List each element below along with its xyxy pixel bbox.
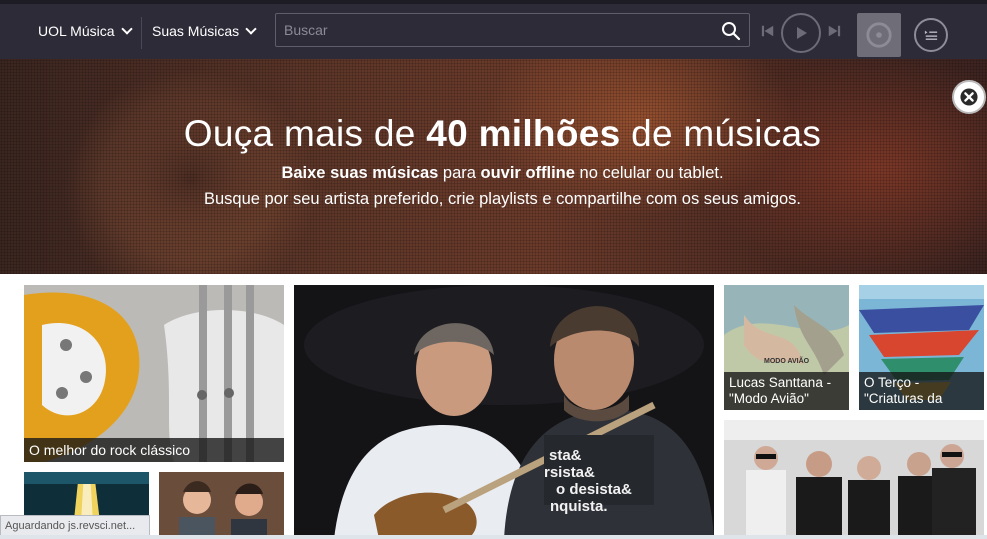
album-card-lucas-santtana[interactable]: MODO AVIÃO Lucas Santtana - "Modo Avião": [724, 285, 849, 410]
chevron-down-icon: [245, 23, 257, 35]
suas-musicas-menu[interactable]: Suas Músicas: [152, 15, 257, 47]
banner-subtitle-line2: Busque por seu artista preferido, crie p…: [203, 190, 802, 208]
concert-photo: sta& rsista& o desista& nquista.: [294, 285, 714, 539]
now-playing-cover[interactable]: [857, 13, 901, 57]
queue-button[interactable]: [914, 18, 948, 52]
album-card-caption: O Terço - "Criaturas da: [859, 372, 984, 410]
album-card-caption: Lucas Santtana - "Modo Avião": [724, 372, 849, 410]
nav-divider: [141, 17, 142, 49]
skip-forward-button[interactable]: [826, 23, 842, 39]
banner-title: Ouça mais de 40 milhões de músicas: [183, 113, 822, 154]
featured-concert-card[interactable]: sta& rsista& o desista& nquista.: [294, 285, 714, 539]
chevron-down-icon: [120, 23, 133, 35]
uol-musica-menu[interactable]: UOL Música: [38, 15, 133, 47]
artist-card-band[interactable]: [724, 420, 984, 539]
promo-banner: Ouça mais de 40 milhões de músicas Baixe…: [0, 59, 987, 274]
svg-text:o desista&: o desista&: [556, 481, 632, 498]
search-icon[interactable]: [721, 21, 741, 41]
playlist-card-title: O melhor do rock clássico: [24, 438, 284, 462]
disc-icon: [866, 22, 892, 48]
guitar-image: [24, 285, 284, 462]
play-button[interactable]: [781, 13, 821, 53]
shirt-print: sta&: [549, 447, 582, 464]
close-icon: [960, 88, 978, 106]
album-card-o-terco[interactable]: O Terço - "Criaturas da: [859, 285, 984, 410]
skip-back-icon: [761, 25, 774, 37]
queue-icon: [924, 30, 938, 40]
svg-text:rsista&: rsista&: [544, 464, 595, 481]
band-photo: [724, 420, 984, 539]
album-card-duo[interactable]: [159, 472, 284, 539]
skip-forward-icon: [828, 25, 841, 37]
uol-musica-menu-label: UOL Música: [38, 23, 115, 39]
album-cover-title: MODO AVIÃO: [764, 356, 810, 365]
play-icon: [797, 27, 807, 39]
search-box: [275, 13, 750, 47]
svg-text:nquista.: nquista.: [550, 498, 608, 515]
suas-musicas-menu-label: Suas Músicas: [152, 23, 240, 39]
search-input[interactable]: [284, 14, 714, 46]
skip-back-button[interactable]: [760, 23, 776, 39]
close-banner-button[interactable]: [952, 80, 986, 114]
browser-status-bar: Aguardando js.revsci.net...: [0, 515, 150, 537]
featured-content: O melhor do rock clássico sta& rsista& o…: [14, 274, 987, 539]
taskbar-strip: [0, 535, 987, 539]
playlist-card-rock-classico[interactable]: O melhor do rock clássico: [24, 285, 284, 462]
banner-subtitle-line1: Baixe suas músicas para ouvir offline no…: [281, 164, 724, 182]
top-navigation-bar: UOL Música Suas Músicas: [0, 0, 987, 59]
artist-photo: [159, 472, 284, 539]
